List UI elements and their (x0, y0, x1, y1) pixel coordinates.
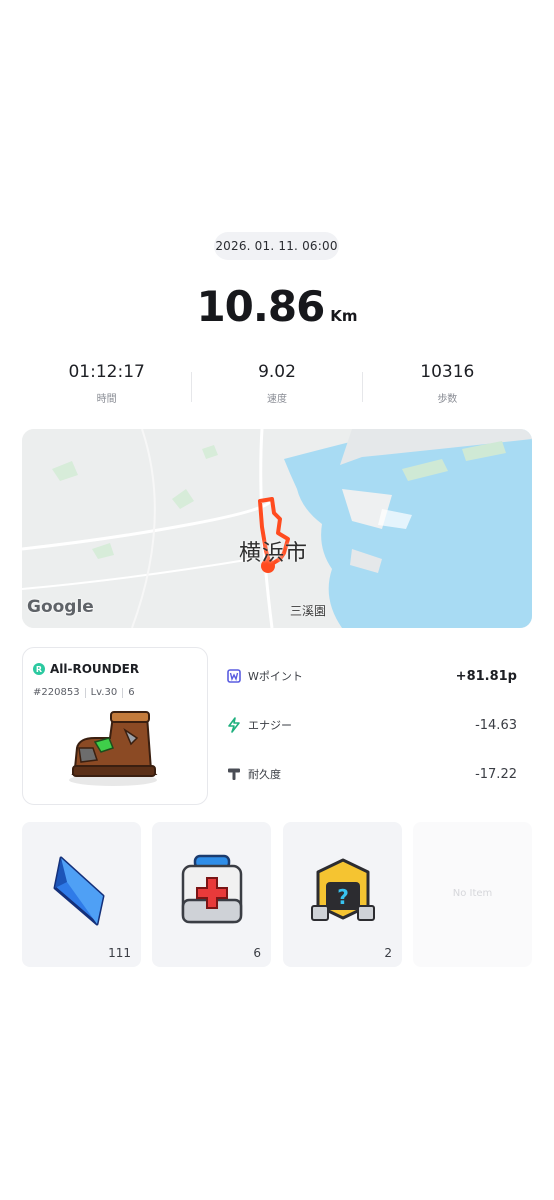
boot-sneaker-icon (65, 708, 165, 792)
w-point-value: +81.81p (455, 668, 517, 684)
item-slot-mystery-box[interactable]: ? 2 (283, 822, 402, 967)
mint-count: 6 (128, 687, 135, 698)
energy-label: エナジー (248, 719, 292, 732)
distance-display: 10.86 Km (0, 282, 554, 331)
item-slot-empty[interactable]: No Item (413, 822, 532, 967)
energy-bolt-icon (226, 717, 242, 733)
hammer-durability-icon (226, 766, 242, 782)
item-slots: 111 6 ? 2 No Item (22, 822, 532, 967)
record-date: 2026. 01. 11. 06:00 (215, 239, 338, 253)
item-count: 2 (384, 946, 392, 960)
distance-value: 10.86 (196, 282, 325, 331)
w-point-row: Wポイント +81.81p (226, 661, 532, 691)
rarity-badge: R (33, 663, 45, 675)
stat-speed-value: 9.02 (258, 362, 296, 382)
item-count: 6 (253, 946, 261, 960)
stat-speed-label: 速度 (266, 394, 287, 405)
item-slot-first-aid[interactable]: 6 (152, 822, 271, 967)
map-city-label: 横浜市 (239, 541, 309, 566)
stats-row: 01:12:17 時間 9.02 速度 10316 歩数 (22, 362, 532, 412)
google-logo: Google (27, 597, 94, 617)
character-meta: #220853 Lv.30 6 (33, 687, 135, 698)
w-point-icon (226, 668, 242, 684)
character-level: Lv.30 (90, 687, 118, 698)
distance-unit: Km (330, 307, 358, 325)
character-name: All-ROUNDER (50, 662, 140, 676)
durability-value: -17.22 (475, 766, 517, 782)
item-count: 111 (108, 946, 131, 960)
map-area-label: 三溪園 (290, 604, 327, 618)
durability-row: 耐久度 -17.22 (226, 759, 532, 789)
blue-gem-icon (47, 852, 117, 936)
stat-steps-value: 10316 (420, 362, 475, 382)
stat-time-label: 時間 (96, 394, 117, 405)
no-item-label: No Item (452, 888, 493, 899)
map-canvas (22, 429, 532, 628)
character-id: #220853 (33, 687, 80, 698)
stat-steps: 10316 歩数 (363, 362, 532, 412)
stat-speed: 9.02 速度 (192, 362, 361, 412)
stat-time-value: 01:12:17 (68, 362, 145, 382)
mystery-box-icon: ? (308, 852, 378, 936)
stat-time: 01:12:17 時間 (22, 362, 191, 412)
item-slot-gem[interactable]: 111 (22, 822, 141, 967)
energy-value: -14.63 (475, 717, 517, 733)
first-aid-kit-icon (177, 852, 247, 936)
svg-text:?: ? (337, 885, 349, 909)
route-map[interactable]: 横浜市 三溪園 Google (22, 429, 532, 628)
energy-row: エナジー -14.63 (226, 710, 532, 740)
character-card[interactable]: R All-ROUNDER #220853 Lv.30 6 (22, 647, 208, 805)
stat-steps-label: 歩数 (437, 394, 458, 405)
w-point-label: Wポイント (248, 670, 303, 683)
record-date-pill: 2026. 01. 11. 06:00 (214, 232, 339, 260)
durability-label: 耐久度 (248, 768, 281, 781)
character-name-row: R All-ROUNDER (33, 662, 139, 676)
